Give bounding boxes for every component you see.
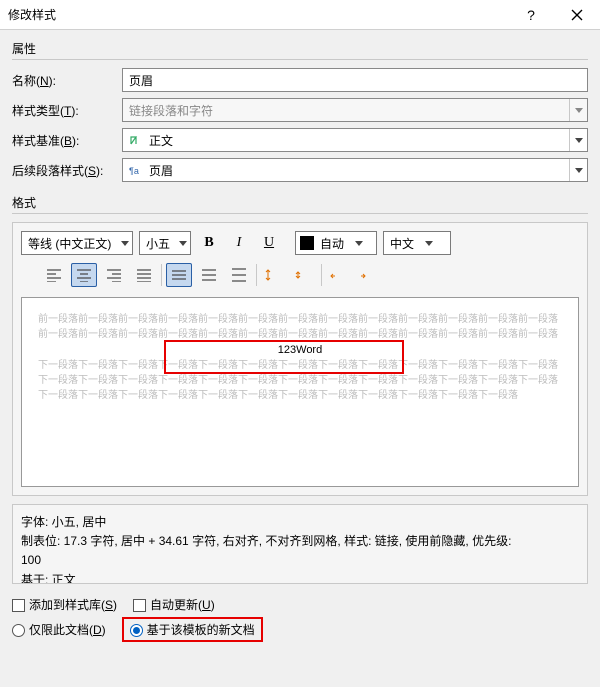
select-color[interactable]: 自动 xyxy=(295,231,377,255)
close-button[interactable] xyxy=(554,0,600,30)
underline-button[interactable]: U xyxy=(257,231,281,255)
italic-button[interactable]: I xyxy=(227,231,251,255)
align-center-button[interactable] xyxy=(71,263,97,287)
preview-before: 前一段落前一段落前一段落前一段落前一段落前一段落前一段落前一段落前一段落前一段落… xyxy=(38,312,562,342)
highlight-box-icon: 基于该模板的新文档 xyxy=(122,617,263,642)
checkbox-auto-update[interactable]: 自动更新(U) xyxy=(133,596,215,613)
input-name[interactable]: 页眉 xyxy=(122,68,588,92)
indent-dec-button[interactable] xyxy=(326,263,352,287)
toolbar-font: 等线 (中文正文) 小五 B I U 自动 中文 xyxy=(21,231,579,255)
label-name: 名称(N): xyxy=(12,72,122,89)
select-basedon[interactable]: 正文 xyxy=(122,128,588,152)
highlight-box-icon xyxy=(164,340,404,374)
spacing-1-button[interactable] xyxy=(166,263,192,287)
row-basedon: 样式基准(B): 正文 xyxy=(12,128,588,152)
group-format: 格式 xyxy=(12,190,588,213)
label-type: 样式类型(T): xyxy=(12,102,122,119)
chevron-down-icon xyxy=(575,138,583,143)
description-box: 字体: 小五, 居中 制表位: 17.3 字符, 居中 + 34.61 字符, … xyxy=(12,504,588,584)
help-button[interactable]: ? xyxy=(508,0,554,30)
label-basedon: 样式基准(B): xyxy=(12,132,122,149)
bottom-options: 添加到样式库(S) 自动更新(U) 仅限此文档(D) 基于该模板的新文档 xyxy=(0,584,600,654)
radio-template-new[interactable]: 基于该模板的新文档 xyxy=(130,621,255,638)
dialog-title: 修改样式 xyxy=(0,6,508,23)
select-type: 链接段落和字符 xyxy=(122,98,588,122)
row-next: 后续段落样式(S): ¶a 页眉 xyxy=(12,158,588,182)
title-bar: 修改样式 ? xyxy=(0,0,600,30)
close-icon xyxy=(571,9,583,21)
toolbar-paragraph xyxy=(21,263,579,287)
preview-pane: 前一段落前一段落前一段落前一段落前一段落前一段落前一段落前一段落前一段落前一段落… xyxy=(21,297,579,487)
checkbox-add-gallery[interactable]: 添加到样式库(S) xyxy=(12,596,117,613)
select-font[interactable]: 等线 (中文正文) xyxy=(21,231,133,255)
radio-only-doc[interactable]: 仅限此文档(D) xyxy=(12,621,106,638)
space-before-inc-button[interactable] xyxy=(261,263,287,287)
select-next[interactable]: ¶a 页眉 xyxy=(122,158,588,182)
align-right-button[interactable] xyxy=(101,263,127,287)
align-justify-button[interactable] xyxy=(131,263,157,287)
chevron-down-icon xyxy=(575,168,583,173)
format-panel: 等线 (中文正文) 小五 B I U 自动 中文 前一段落前一段落前一段落前 xyxy=(12,222,588,496)
group-properties: 属性 xyxy=(12,36,588,59)
color-swatch-icon xyxy=(300,236,314,250)
indent-inc-button[interactable] xyxy=(356,263,382,287)
row-type: 样式类型(T): 链接段落和字符 xyxy=(12,98,588,122)
row-name: 名称(N): 页眉 xyxy=(12,68,588,92)
bold-button[interactable]: B xyxy=(197,231,221,255)
align-left-button[interactable] xyxy=(41,263,67,287)
space-before-dec-button[interactable] xyxy=(291,263,317,287)
spacing-2-button[interactable] xyxy=(226,263,252,287)
label-next: 后续段落样式(S): xyxy=(12,162,122,179)
select-size[interactable]: 小五 xyxy=(139,231,191,255)
paragraph-icon xyxy=(127,132,143,148)
link-style-icon: ¶a xyxy=(127,162,143,178)
svg-text:¶a: ¶a xyxy=(129,166,139,176)
select-lang[interactable]: 中文 xyxy=(383,231,451,255)
chevron-down-icon xyxy=(575,108,583,113)
spacing-1-5-button[interactable] xyxy=(196,263,222,287)
